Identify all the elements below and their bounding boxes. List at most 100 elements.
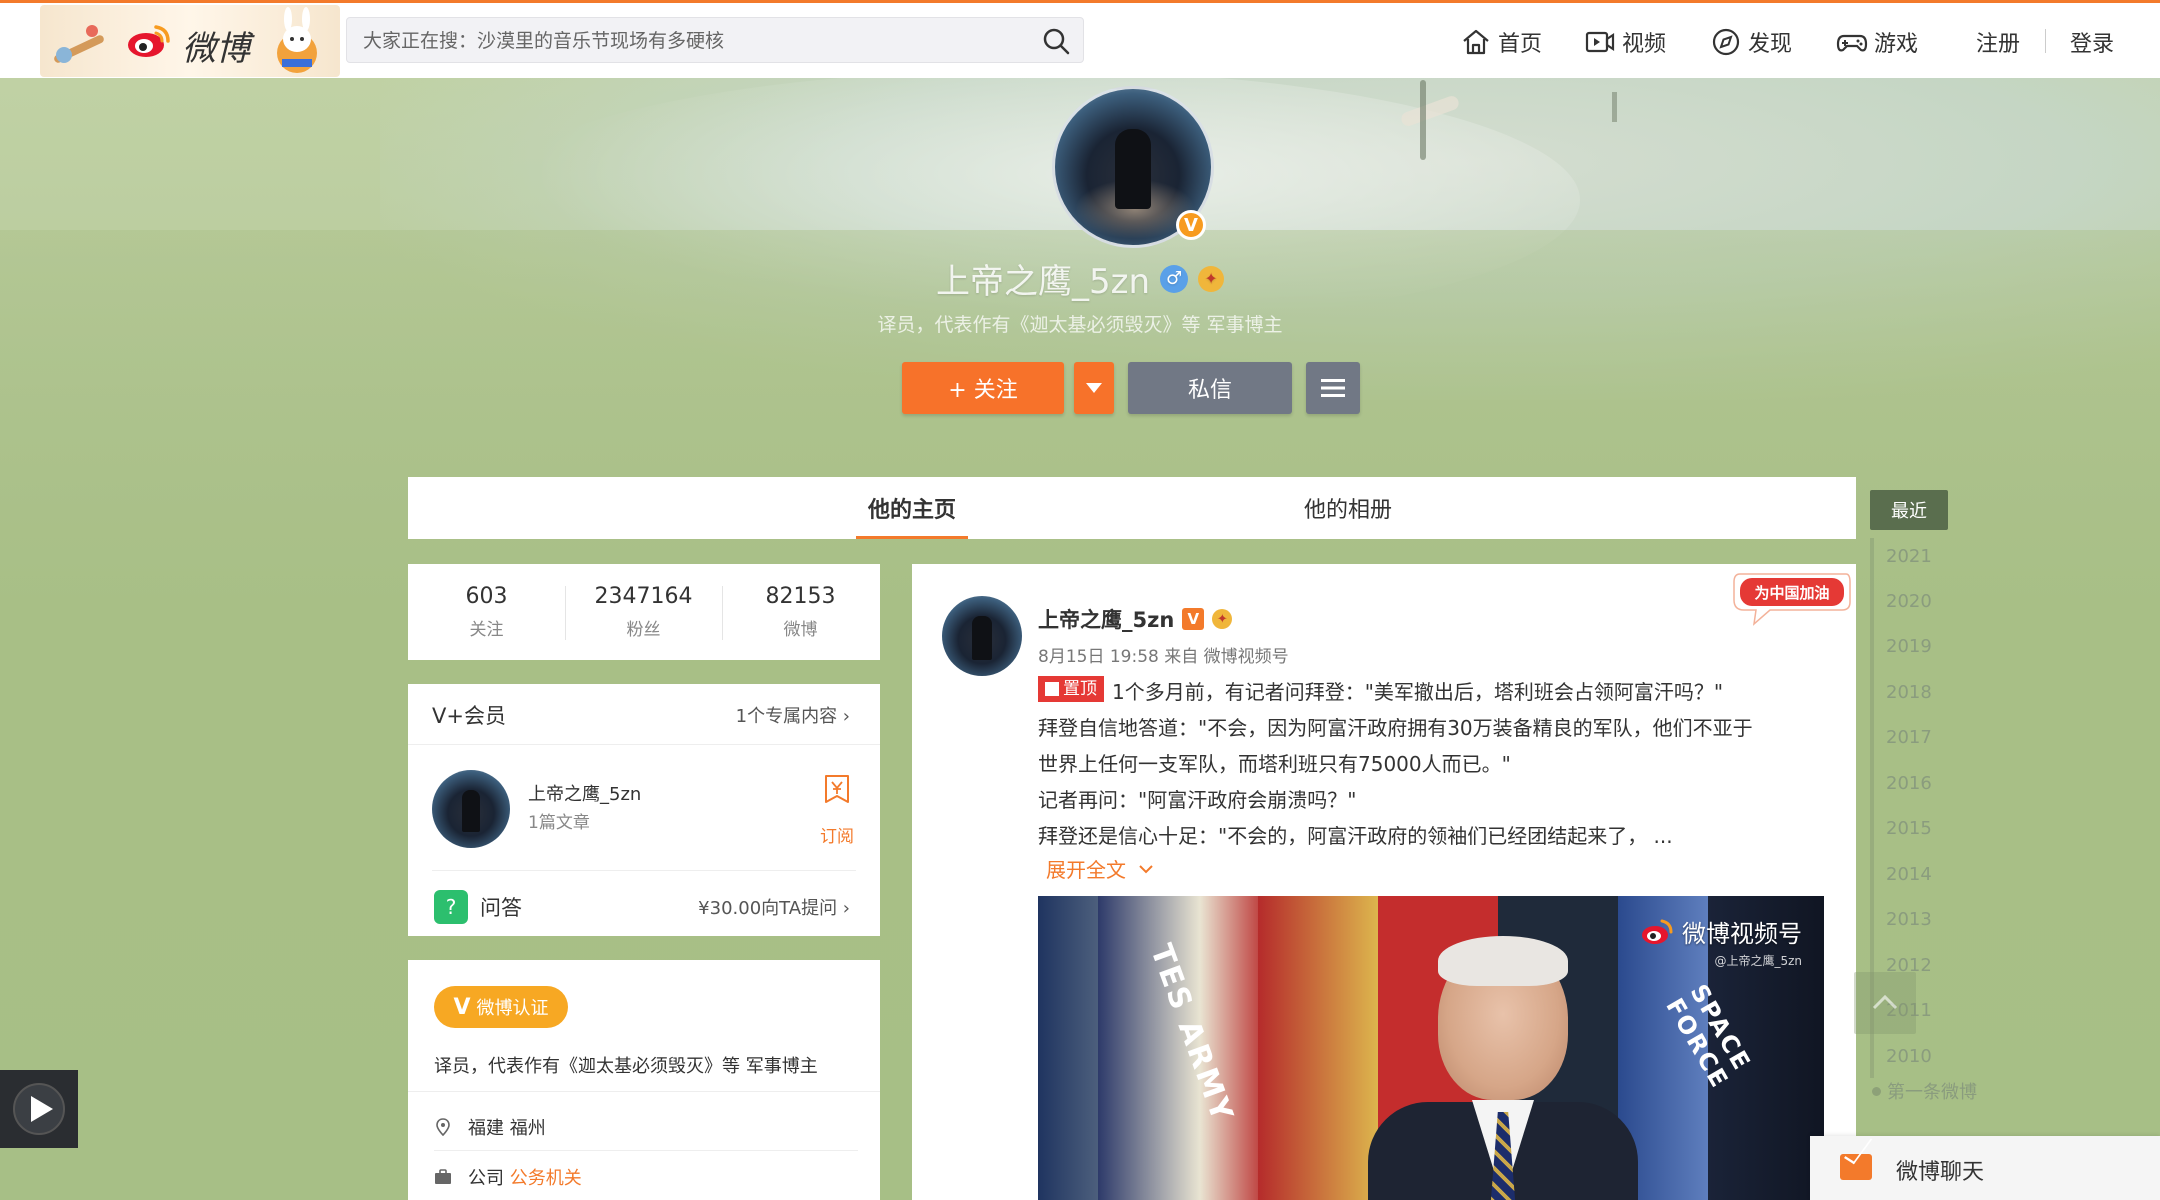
nav-home[interactable]: 首页 [1460,23,1542,61]
company-row: 公司 公务机关 [434,1164,582,1190]
timeline-year[interactable]: 2016 [1886,773,1932,794]
weibo-eye-icon [1642,919,1673,944]
timeline-recent[interactable]: 最近 [1870,490,1948,530]
follow-dropdown-button[interactable] [1074,362,1114,414]
weibo-eye-icon [128,25,170,57]
post-card: 上帝之鹰_5zn V ✦ 8月15日 19:58 来自 微博视频号 为中国加油 … [912,564,1856,1200]
info-card: V 微博认证 译员，代表作有《迦太基必须毁灭》等 军事博主 福建 福州 公司 公… [408,960,880,1200]
search-input[interactable] [361,18,1005,64]
timeline-year[interactable]: 2019 [1886,636,1932,657]
nav-video-label: 视频 [1622,32,1667,57]
timeline-year[interactable]: 2014 [1886,864,1932,885]
tab-album[interactable]: 他的相册 [1304,477,1392,539]
subscribe-icon[interactable] [820,772,854,806]
video-watermark-handle: @上帝之鹰_5zn [1714,954,1802,968]
verified-description: 译员，代表作有《迦太基必须毁灭》等 军事博主 [434,1056,818,1077]
post-line: 拜登自信地答道："不会，因为阿富汗政府拥有30万装备精良的军队，他们不亚于 [1038,716,1753,740]
profile-tabs: 他的主页 他的相册 [408,477,1856,539]
expand-full-text-link[interactable]: 展开全文 [1046,854,1154,883]
post-author-name: 上帝之鹰_5zn [1038,608,1175,632]
briefcase-icon [435,1169,451,1184]
vip-title: V+会员 [432,704,506,728]
post-meta: 8月15日 19:58 来自 微博视频号 [1038,647,1289,667]
timeline-year[interactable]: 2013 [1886,909,1932,930]
nav-games-label: 游戏 [1874,32,1919,57]
nav-video[interactable]: 视频 [1584,23,1666,61]
nav-home-label: 首页 [1498,32,1543,57]
play-icon [31,1096,53,1122]
stat-followers[interactable]: 2347164 粉丝 [565,564,722,660]
weibo-verified-badge[interactable]: V 微博认证 [434,986,568,1028]
post-video[interactable]: TES ARMY SPACE FORCE 微博视频号 @上帝之鹰_5zn [1038,896,1824,1200]
stat-posts[interactable]: 82153 微博 [722,564,879,660]
verified-badge-label: 微博认证 [476,998,549,1019]
post-line: 记者再问："阿富汗政府会崩溃吗？" [1038,788,1357,812]
timeline-year[interactable]: 2017 [1886,727,1932,748]
post-line: 1个多月前，有记者问拜登："美军撤出后，塔利班会占领阿富汗吗？" [1112,680,1724,704]
nav-discover-label: 发现 [1748,32,1793,57]
register-link[interactable]: 注册 [1976,23,2020,61]
verified-v-icon: V [453,994,471,1020]
subscribe-button[interactable]: 订阅 [820,822,854,847]
vip-exclusive-link[interactable]: 1个专属内容 › [736,702,850,728]
vip-avatar[interactable] [432,770,510,848]
timeline-year[interactable]: 2010 [1886,1046,1932,1067]
nav-discover[interactable]: 发现 [1710,23,1792,61]
nav-games[interactable]: 游戏 [1836,23,1918,61]
location-pin-icon [436,1118,450,1136]
login-link[interactable]: 登录 [2070,23,2114,61]
location-value: 福建 福州 [468,1118,546,1139]
stat-following-label: 关注 [469,620,504,640]
rabbit-mascot-icon [277,7,317,73]
divider [434,1150,858,1151]
follow-button[interactable]: + 关注 [902,362,1064,414]
logo-text: 微博 [182,29,250,69]
divider [408,744,880,745]
china-support-tag-icon: 为中国加油 [1733,573,1851,626]
vip-name[interactable]: 上帝之鹰_5zn [528,780,641,806]
scroll-to-top-button[interactable] [1854,972,1916,1034]
vip-card: V+会员 1个专属内容 › 上帝之鹰_5zn 1篇文章 订阅 ? 问答 ¥30.… [408,684,880,936]
profile-name: 上帝之鹰_5zn [935,262,1151,302]
post-line: 拜登还是信心十足："不会的，阿富汗政府的领袖们已经团结起来了， ... [1038,824,1673,848]
message-button[interactable]: 私信 [1128,362,1292,414]
tab-home[interactable]: 他的主页 [855,477,969,539]
play-video-button[interactable] [0,1070,78,1148]
vip-article-count: 1篇文章 [528,813,590,833]
video-icon [1585,31,1615,53]
post-avatar[interactable] [942,596,1022,676]
more-menu-button[interactable] [1306,362,1360,414]
home-icon [1463,29,1489,55]
timeline-year[interactable]: 2015 [1886,818,1932,839]
timeline-year[interactable]: 2021 [1886,546,1932,567]
video-watermark-label: 微博视频号 [1682,920,1802,948]
male-icon: ♂ [1160,264,1189,293]
medal-icon: ✦ [1212,609,1233,629]
compass-icon [1712,28,1740,56]
nav-divider [2045,29,2046,53]
company-label: 公司 [468,1168,504,1189]
stat-following-value: 603 [465,584,508,609]
weibo-logo[interactable]: 微博 [40,5,340,77]
ask-question-link[interactable]: ¥30.00向TA提问 › [698,894,850,920]
stat-followers-value: 2347164 [594,584,693,609]
timeline-year[interactable]: 2020 [1886,591,1932,612]
divider [432,870,856,871]
arrow-up-icon [1872,994,1898,1010]
post-author[interactable]: 上帝之鹰_5zn V ✦ [1038,604,1233,634]
profile-avatar[interactable]: V [1052,86,1214,248]
pinned-badge: 置顶 [1038,676,1104,702]
stats-card: 603 关注 2347164 粉丝 82153 微博 [408,564,880,660]
timeline-first-post[interactable]: 第一条微博 [1872,1078,1977,1104]
stat-posts-value: 82153 [765,584,836,609]
weibo-chat-bar[interactable]: 微博聊天 [1810,1136,2160,1200]
search-box[interactable] [346,17,1084,64]
company-value[interactable]: 公务机关 [510,1168,582,1189]
profile-name-row: 上帝之鹰_5zn ♂ ✦ [0,254,2160,303]
stat-following[interactable]: 603 关注 [408,564,565,660]
chevron-down-icon [1139,864,1153,873]
gamepad-icon [1836,34,1868,52]
timeline-year[interactable]: 2018 [1886,682,1932,703]
location-row: 福建 福州 [434,1114,546,1140]
search-icon[interactable] [1041,26,1071,56]
